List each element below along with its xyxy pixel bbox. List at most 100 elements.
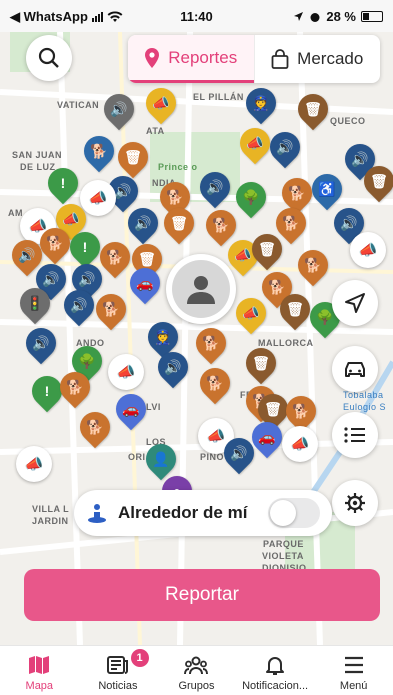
trash-icon: 🗑	[264, 400, 282, 417]
tab-mapa-label: Mapa	[25, 680, 54, 692]
report-pin[interactable]: 🗑	[291, 87, 335, 134]
report-pin[interactable]: 🐕	[89, 287, 133, 334]
list-icon	[344, 427, 365, 443]
bell-icon	[265, 654, 285, 676]
near-me-switch[interactable]	[268, 498, 320, 528]
notification-badge: 1	[130, 649, 149, 667]
report-bubble-megaphone[interactable]: 📣	[108, 354, 144, 390]
report-pin[interactable]: 🗑	[273, 287, 317, 334]
map-label-mallorca: MALLORCA	[258, 338, 314, 348]
report-pin[interactable]: 🔊	[121, 201, 165, 248]
map-label-quecco: QUECO	[330, 116, 366, 126]
tab-grupos[interactable]: Grupos	[157, 646, 236, 695]
tab-reportes[interactable]: Reportes	[128, 35, 254, 83]
report-bubble-megaphone[interactable]: 📣	[16, 446, 52, 482]
near-me-toggle-row: Alrededor de mí	[74, 490, 332, 536]
person-location-icon	[88, 504, 106, 523]
tab-mercado[interactable]: Mercado	[253, 35, 381, 83]
report-pin[interactable]: 🗑	[245, 227, 289, 274]
locate-me-button[interactable]	[332, 280, 378, 326]
report-bubble-megaphone[interactable]: 📣	[350, 232, 386, 268]
dog-icon: 🐕	[304, 256, 322, 273]
report-pin[interactable]: 🔊	[193, 165, 237, 212]
tab-mapa[interactable]: Mapa	[0, 646, 79, 695]
report-pin[interactable]: 🌳	[229, 175, 273, 222]
map-label-am: AM	[8, 208, 23, 218]
dog-icon: 🐕	[106, 248, 124, 265]
report-pin[interactable]: 🐕	[193, 361, 237, 408]
switch-knob	[270, 500, 296, 526]
vehicle-filter-button[interactable]	[332, 346, 378, 392]
report-pin[interactable]: 🐕	[77, 129, 121, 176]
trash-icon: 🗑	[170, 214, 188, 231]
map-view[interactable]: VATICAN EL PILLÁN QUECO SAN JUAN DE LUZ …	[0, 32, 393, 645]
search-button[interactable]	[26, 35, 72, 81]
car-icon	[345, 362, 365, 377]
report-pin[interactable]: 🐕	[93, 235, 137, 282]
megaphone-icon: 📣	[152, 94, 170, 111]
report-pin[interactable]: 🚗	[109, 387, 153, 434]
report-pin[interactable]: 🔊	[217, 431, 261, 478]
report-pin[interactable]: 📣	[229, 291, 273, 338]
trash-icon: 🗑	[286, 300, 304, 317]
report-pin[interactable]: 🔊	[263, 125, 307, 172]
speaker-icon: 🔊	[164, 358, 182, 375]
status-right: 28 %	[293, 9, 383, 24]
police-icon: 👮	[252, 94, 270, 111]
map-label-eulogio: Eulogio S	[343, 402, 387, 412]
settings-button[interactable]	[332, 480, 378, 526]
report-pin[interactable]: !	[41, 161, 85, 208]
near-me-label: Alrededor de mí	[118, 503, 248, 522]
report-pin[interactable]: 🚗	[245, 415, 289, 462]
dog-icon: 🐕	[90, 142, 108, 159]
battery-icon	[361, 11, 383, 22]
report-button[interactable]: Reportar	[24, 569, 380, 621]
map-label-violeta: VIOLETA	[262, 551, 304, 561]
dog-icon: 🐕	[288, 184, 306, 201]
report-pin[interactable]: 🔊	[19, 321, 63, 368]
dog-icon: 🐕	[102, 300, 120, 317]
report-pin[interactable]: 🗑	[239, 341, 283, 388]
report-pin[interactable]: 🔊	[57, 283, 101, 330]
report-pin[interactable]: 🐕	[291, 243, 335, 290]
report-pin[interactable]: 🐕	[53, 365, 97, 412]
report-pin[interactable]: 🐕	[33, 221, 77, 268]
dog-icon: 🐕	[46, 234, 64, 251]
tab-menu[interactable]: Menú	[314, 646, 393, 695]
dog-icon: 🐕	[292, 402, 310, 419]
list-view-button[interactable]	[332, 412, 378, 458]
location-pin-icon	[145, 47, 160, 68]
report-pin[interactable]: 🗑	[357, 159, 393, 206]
report-pin[interactable]: 🐕	[189, 321, 233, 368]
status-bar: ◀ WhatsApp 11:40 28 %	[0, 0, 393, 32]
report-pin[interactable]: 🐕	[73, 405, 117, 452]
report-pin[interactable]: 🚦	[13, 281, 57, 328]
search-icon	[38, 47, 59, 68]
report-pin[interactable]: 📣	[139, 81, 183, 128]
groups-icon	[184, 654, 209, 676]
report-pin[interactable]: 📣	[233, 121, 277, 168]
speaker-icon: 🔊	[276, 138, 294, 155]
navigation-arrow-icon	[345, 293, 365, 313]
police-icon: 👮	[154, 328, 172, 345]
report-pin[interactable]: 🔊	[97, 87, 141, 134]
report-pin[interactable]: 🔊	[151, 345, 195, 392]
accessibility-icon: ♿	[318, 180, 336, 197]
report-pin[interactable]: 👮	[239, 81, 283, 128]
report-pin[interactable]: !	[25, 369, 69, 416]
report-bubble-megaphone[interactable]: 📣	[282, 426, 318, 462]
user-location-marker[interactable]	[166, 254, 236, 324]
alert-icon: !	[60, 175, 66, 191]
tab-noticias[interactable]: 1 Noticias	[79, 646, 158, 695]
megaphone-icon: 📣	[242, 304, 260, 321]
trash-icon: 🗑	[258, 240, 276, 257]
menu-icon	[344, 654, 364, 676]
report-pin[interactable]: 🗑	[157, 201, 201, 248]
report-pin[interactable]: 🚗	[123, 261, 167, 308]
tab-notificaciones[interactable]: Notificacion...	[236, 646, 315, 695]
dog-icon: 🐕	[206, 374, 224, 391]
tab-reportes-label: Reportes	[168, 47, 238, 67]
location-arrow-icon	[294, 12, 304, 21]
speaker-icon: 🔊	[230, 444, 248, 461]
mode-segmented-control: Reportes Mercado	[128, 35, 380, 83]
